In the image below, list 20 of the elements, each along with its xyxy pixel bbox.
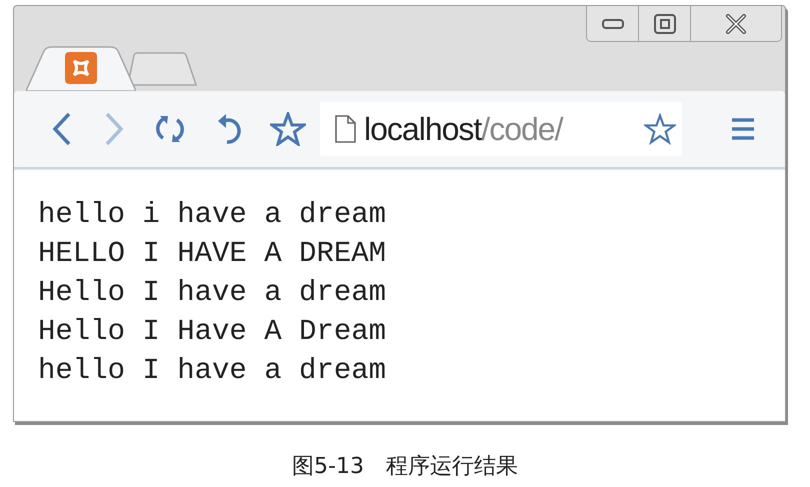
menu-icon (731, 117, 755, 141)
page-icon (334, 115, 356, 143)
logo-icon (65, 52, 97, 84)
figure-caption: 图5-13 程序运行结果 (292, 453, 518, 481)
maximize-icon (654, 14, 676, 34)
output-line: Hello I have a dream (38, 275, 386, 311)
star-icon (270, 112, 306, 146)
back-icon (52, 112, 72, 146)
minimize-icon (602, 18, 624, 28)
output-line: hello I have a dream (38, 353, 386, 389)
url-host: localhost (364, 110, 482, 149)
star-icon[interactable] (644, 113, 676, 145)
forward-icon (104, 112, 124, 146)
close-icon (725, 14, 747, 34)
output-line: hello i have a dream (38, 197, 386, 233)
browser-tab[interactable] (26, 45, 136, 91)
url-path: /code/ (481, 110, 562, 149)
address-bar[interactable]: localhost/code/ (320, 102, 682, 156)
output-line: HELLO I HAVE A DREAM (38, 236, 386, 272)
output-line: Hello I Have A Dream (38, 314, 386, 350)
